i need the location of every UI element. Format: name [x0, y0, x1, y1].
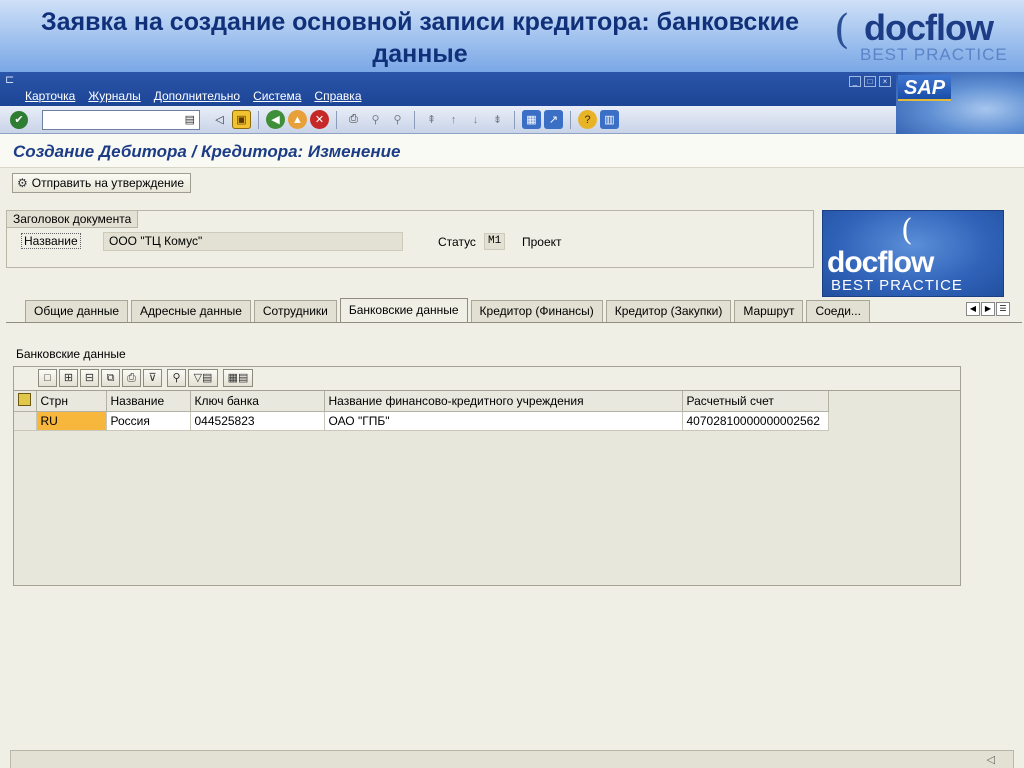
- sap-logo-area: SAP: [896, 72, 1024, 134]
- first-page-icon: ⇞: [426, 114, 437, 126]
- tab-bank-data[interactable]: Банковские данные: [339, 298, 468, 322]
- menu-item-journals[interactable]: Журналы: [88, 89, 140, 103]
- swirl-icon: (: [901, 213, 913, 248]
- status-bar: ◁: [10, 750, 1014, 768]
- find-icon[interactable]: ⚲: [167, 369, 186, 387]
- select-all-cell[interactable]: [14, 391, 37, 412]
- slide-header: Заявка на создание основной записи креди…: [0, 0, 1024, 72]
- status-label: Статус: [438, 235, 476, 249]
- delete-row-icon[interactable]: ⊟: [80, 369, 99, 387]
- insert-row-icon[interactable]: ⊞: [59, 369, 78, 387]
- next-page-icon: ↓: [472, 113, 479, 126]
- status-text: Проект: [522, 235, 562, 249]
- send-approval-icon: ⚙: [17, 176, 28, 190]
- docflow-logo: ( docflow BEST PRACTICE: [834, 7, 1008, 64]
- section-label: Банковские данные: [16, 347, 126, 361]
- dropdown-icon[interactable]: ▤: [185, 113, 195, 126]
- document-header-legend: Заголовок документа: [7, 211, 139, 228]
- bank-table: Стрн Название Ключ банка Название финанс…: [14, 391, 829, 431]
- tab-navigation: ◀ ▶ ☰: [966, 302, 1010, 316]
- sap-window: ⊏ Карточка Журналы Дополнительно Система…: [0, 72, 1024, 768]
- maximize-button[interactable]: □: [864, 76, 876, 87]
- tab-vendor-purchasing[interactable]: Кредитор (Закупки): [605, 300, 732, 322]
- menu-bar: ⊏ Карточка Журналы Дополнительно Система…: [0, 72, 1024, 106]
- table-row[interactable]: RU Россия 044525823 ОАО "ГПБ" 4070281000…: [14, 411, 829, 431]
- standard-toolbar: ✔ ▤ ◁ ▣ ◀ ▲ ✕ ⎙ ⚲ ⚲ ⇞ ↑ ↓ ⇟ ▦ ↗ ? ▥: [0, 106, 896, 134]
- col-name[interactable]: Название: [106, 391, 191, 412]
- bank-data-panel: Банковские данные □ ⊞ ⊟ ⧉ ⎙ ⊽ ⚲ ▽▤ ▦▤ Ст…: [6, 322, 1022, 747]
- col-account[interactable]: Расчетный счет: [682, 391, 829, 412]
- command-field[interactable]: ▤: [42, 110, 200, 130]
- new-session-icon[interactable]: ▦: [522, 110, 541, 129]
- last-page-icon: ⇟: [492, 114, 503, 126]
- table-header-row: Стрн Название Ключ банка Название финанс…: [14, 391, 829, 412]
- select-all-icon[interactable]: [18, 392, 32, 406]
- enter-check-icon[interactable]: ✔: [10, 111, 28, 129]
- copy-row-icon[interactable]: ⧉: [101, 369, 120, 387]
- menu-item-card[interactable]: Карточка: [25, 89, 75, 103]
- cell-country[interactable]: RU: [36, 411, 107, 431]
- print-icon[interactable]: ⎙: [122, 369, 141, 387]
- slide-title: Заявка на создание основной записи креди…: [40, 8, 800, 68]
- application-toolbar: ⚙ Отправить на утверждение: [0, 168, 1024, 198]
- save-icon[interactable]: ▣: [232, 110, 251, 129]
- find-icon: ⚲: [371, 114, 380, 126]
- tab-prev-icon[interactable]: ◀: [966, 302, 980, 316]
- system-menu-icon[interactable]: ⊏: [5, 73, 14, 86]
- close-button[interactable]: ×: [879, 76, 891, 87]
- tab-strip: Общие данные Адресные данные Сотрудники …: [25, 298, 873, 322]
- layout-dropdown-icon[interactable]: ▦▤: [223, 369, 253, 387]
- tab-connections[interactable]: Соеди...: [806, 300, 870, 322]
- status-expand-icon[interactable]: ◁: [987, 753, 995, 766]
- grid-toolbar: □ ⊞ ⊟ ⧉ ⎙ ⊽ ⚲ ▽▤ ▦▤: [14, 367, 960, 391]
- tab-next-icon[interactable]: ▶: [981, 302, 995, 316]
- status-code-field: M1: [484, 233, 506, 250]
- col-bank-key[interactable]: Ключ банка: [190, 391, 325, 412]
- menu-item-extras[interactable]: Дополнительно: [154, 89, 240, 103]
- name-label[interactable]: Название: [21, 233, 81, 249]
- shortcut-icon[interactable]: ↗: [544, 110, 563, 129]
- swirl-icon: (: [834, 7, 850, 53]
- collapse-arrow-icon[interactable]: ◁: [210, 110, 229, 129]
- cell-institution[interactable]: ОАО "ГПБ": [324, 411, 683, 431]
- cell-name[interactable]: Россия: [106, 411, 191, 431]
- menu-item-system[interactable]: Система: [253, 89, 301, 103]
- print-icon[interactable]: ⎙: [344, 110, 363, 129]
- filter-dropdown-icon[interactable]: ▽▤: [188, 369, 218, 387]
- docflow-banner: ( docflow BEST PRACTICE: [822, 210, 1004, 297]
- page-title: Создание Дебитора / Кредитора: Изменение: [13, 142, 401, 161]
- filter-icon[interactable]: ⊽: [143, 369, 162, 387]
- tab-route[interactable]: Маршрут: [734, 300, 804, 322]
- document-header-group: Заголовок документа Название ООО "ТЦ Ком…: [6, 210, 814, 268]
- layout-menu-icon[interactable]: ▥: [600, 110, 619, 129]
- cell-account[interactable]: 40702810000000002562: [682, 411, 829, 431]
- col-country[interactable]: Стрн: [36, 391, 107, 412]
- sap-logo: SAP: [898, 75, 952, 101]
- find-next-icon: ⚲: [393, 114, 402, 126]
- menu-item-help[interactable]: Справка: [314, 89, 361, 103]
- row-selector[interactable]: [14, 411, 37, 431]
- command-input[interactable]: [43, 111, 181, 129]
- tab-employees[interactable]: Сотрудники: [253, 300, 337, 322]
- tab-list-icon[interactable]: ☰: [996, 302, 1010, 316]
- back-icon[interactable]: ◀: [266, 110, 285, 129]
- bank-data-grid: □ ⊞ ⊟ ⧉ ⎙ ⊽ ⚲ ▽▤ ▦▤ Стрн Название Ключ б…: [13, 366, 961, 586]
- col-institution[interactable]: Название финансово-кредитного учреждения: [324, 391, 683, 412]
- prev-page-icon: ↑: [450, 113, 457, 126]
- cell-bank-key[interactable]: 044525823: [190, 411, 325, 431]
- tab-address[interactable]: Адресные данные: [131, 300, 251, 322]
- tab-general[interactable]: Общие данные: [25, 300, 129, 322]
- screen-title-bar: Создание Дебитора / Кредитора: Изменение: [0, 134, 1024, 168]
- help-icon[interactable]: ?: [578, 110, 597, 129]
- cancel-icon[interactable]: ✕: [310, 110, 329, 129]
- exit-icon[interactable]: ▲: [288, 110, 307, 129]
- name-value-field: ООО "ТЦ Комус": [103, 232, 403, 251]
- minimize-button[interactable]: _: [849, 76, 861, 87]
- send-for-approval-button[interactable]: ⚙ Отправить на утверждение: [12, 173, 192, 193]
- new-row-icon[interactable]: □: [38, 369, 57, 387]
- tab-vendor-finance[interactable]: Кредитор (Финансы): [470, 300, 603, 322]
